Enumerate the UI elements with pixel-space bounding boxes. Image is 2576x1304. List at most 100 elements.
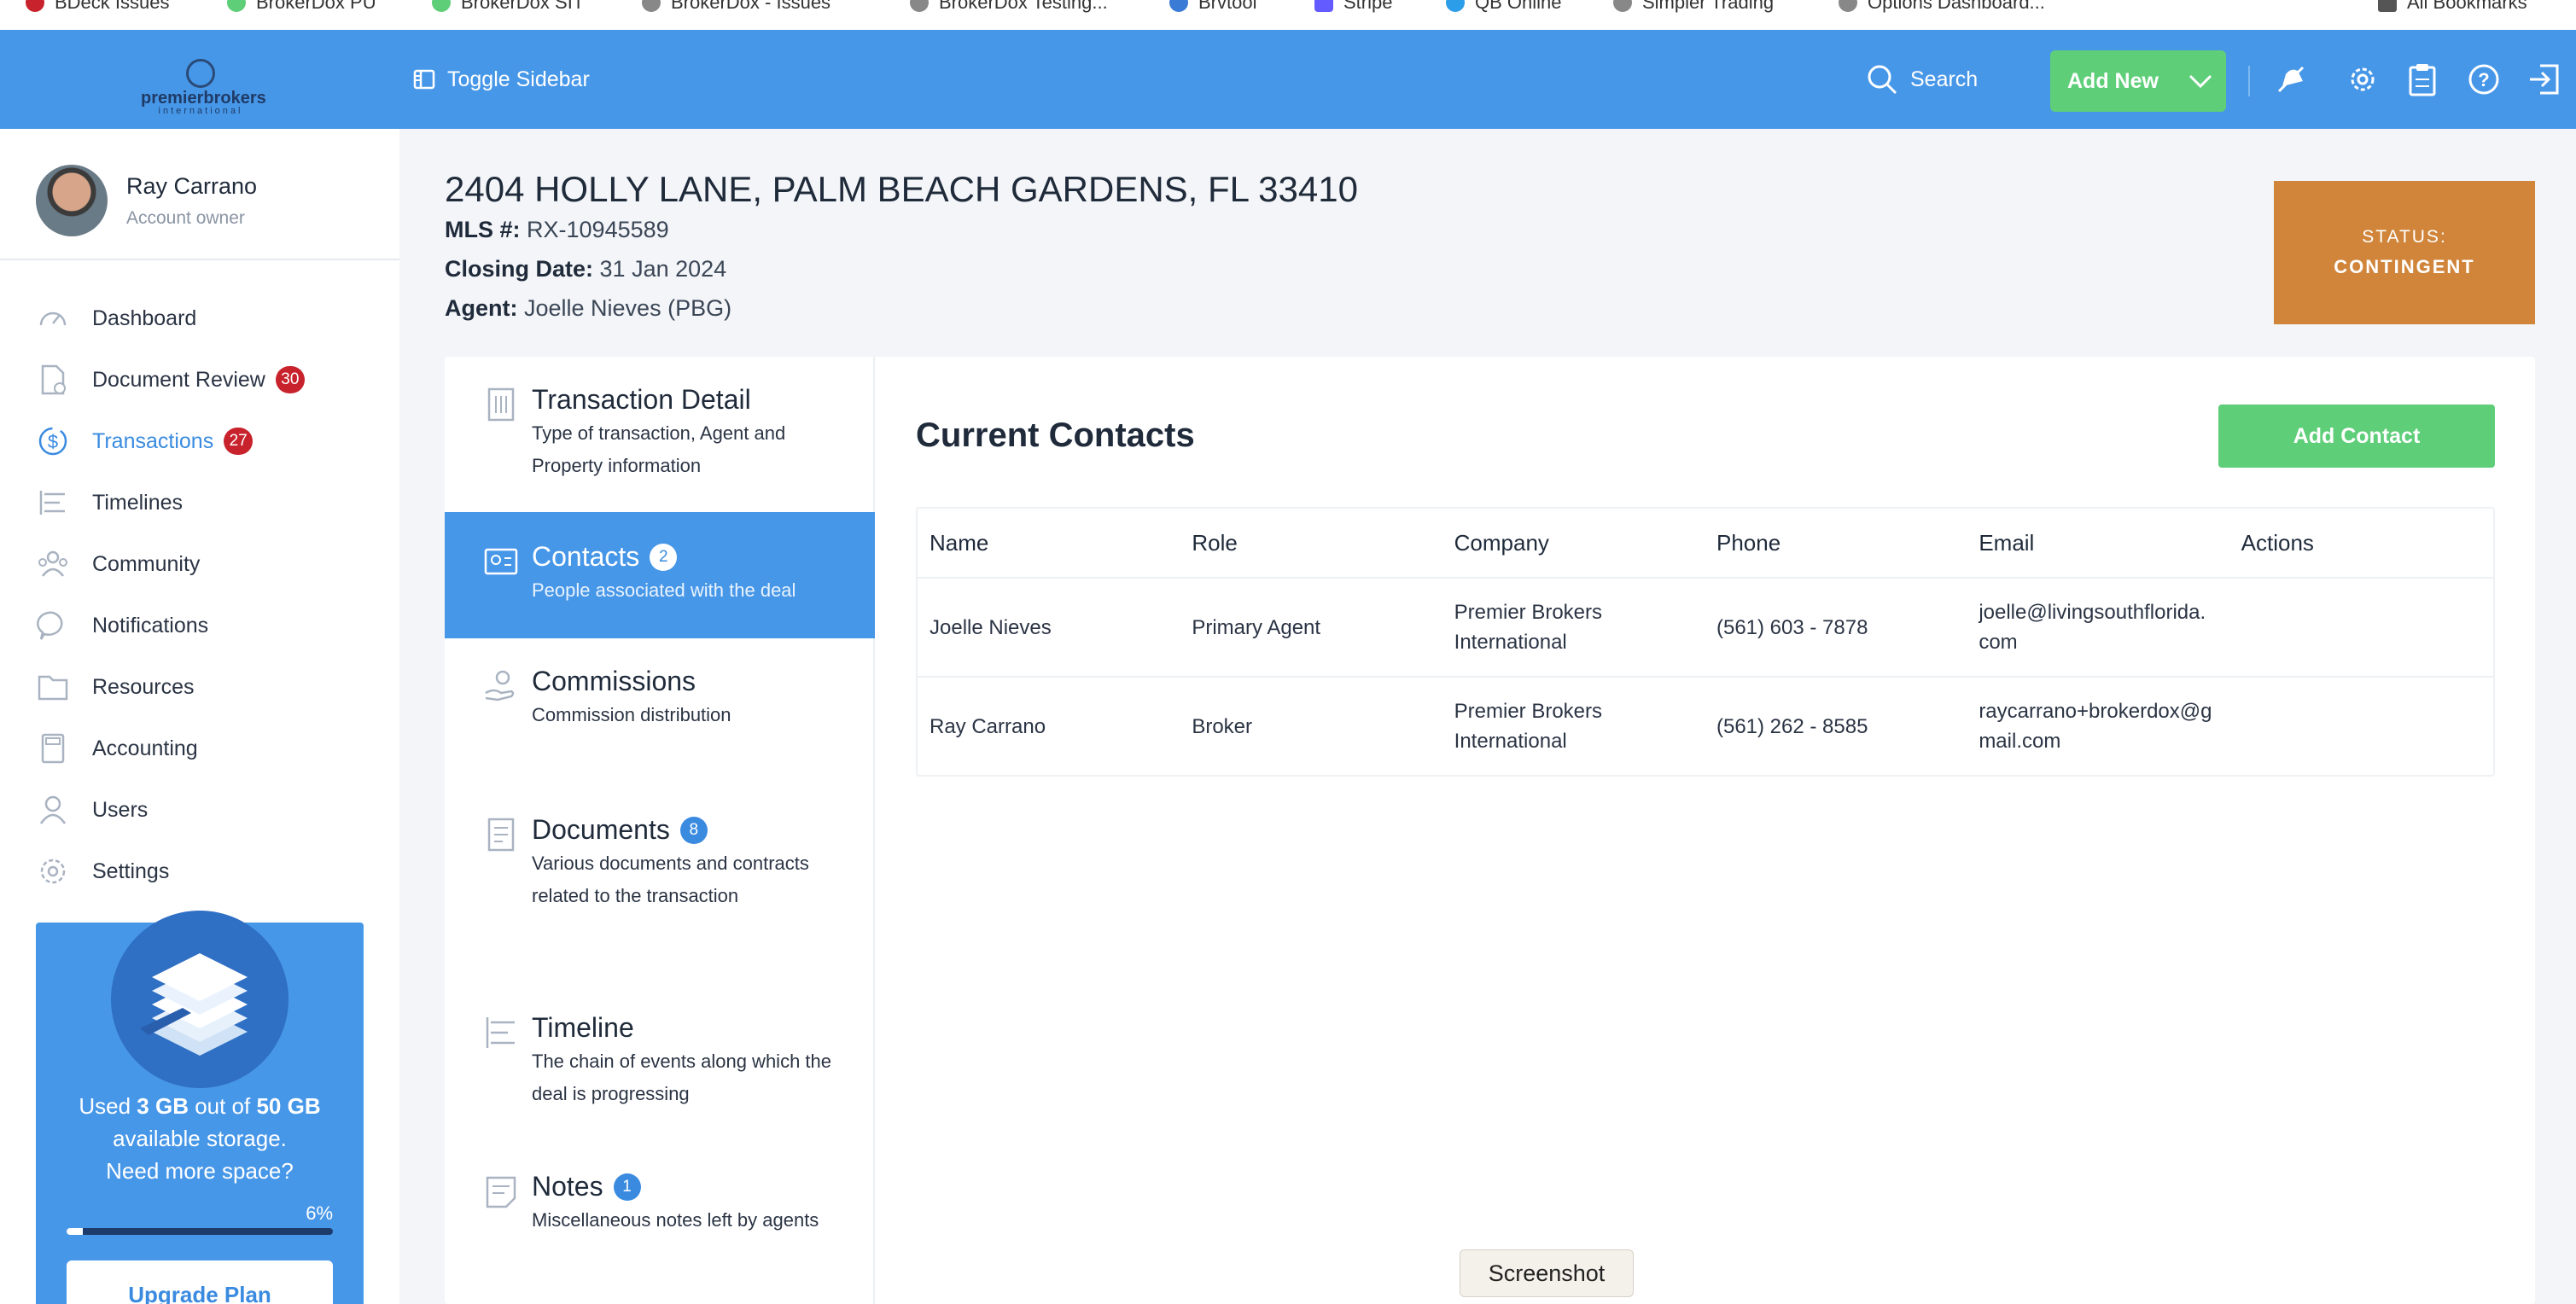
- clipboard-button[interactable]: [2404, 61, 2441, 98]
- transaction-card: Transaction Detail Type of transaction, …: [445, 357, 2535, 1304]
- notes-icon: [486, 1176, 516, 1208]
- step-title: Transaction Detail: [532, 384, 751, 415]
- bookmark-item[interactable]: BrokerDox - Issues: [642, 0, 830, 15]
- bookmark-item[interactable]: QB Online: [1446, 0, 1562, 15]
- step-title: Notes 1: [532, 1171, 875, 1202]
- contacts-table: Name Role Company Phone Email Actions Jo…: [916, 507, 2495, 777]
- sidebar-item-resources[interactable]: Resources: [36, 656, 305, 718]
- gear-icon: [36, 854, 70, 888]
- sidebar-item-community[interactable]: Community: [36, 533, 305, 595]
- settings-button[interactable]: [2344, 61, 2381, 98]
- bookmarks-bar: BDeck Issues BrokerDox PU BrokerDox SIT …: [0, 0, 2576, 30]
- column-header: Role: [1192, 529, 1238, 556]
- folder-icon: [2378, 0, 2397, 12]
- step-desc: The chain of events along which the deal…: [532, 1051, 832, 1104]
- notifications-off-button[interactable]: [2272, 61, 2310, 98]
- user-profile[interactable]: Ray Carrano Account owner: [36, 165, 257, 236]
- logo-text: premierbrokers: [141, 89, 266, 108]
- status-value: CONTINGENT: [2334, 256, 2475, 277]
- step-notes[interactable]: Notes 1 Miscellaneous notes left by agent…: [445, 1145, 875, 1304]
- bookmark-item[interactable]: Stripe: [1314, 0, 1392, 15]
- building-icon: [487, 387, 515, 422]
- step-contacts[interactable]: Contacts 2 People associated with the dea…: [445, 512, 875, 638]
- step-documents[interactable]: Documents 8 Various documents and contrac…: [445, 789, 875, 987]
- column-header: Actions: [2241, 529, 2314, 556]
- contact-actions[interactable]: [2229, 579, 2493, 676]
- help-icon: ?: [2468, 64, 2499, 95]
- transaction-steps: Transaction Detail Type of transaction, …: [445, 357, 875, 1304]
- bookmark-item[interactable]: Simpler Trading: [1613, 0, 1774, 15]
- closing-date-line: Closing Date: 31 Jan 2024: [445, 256, 727, 282]
- globe-icon: [1839, 0, 1857, 12]
- sidebar-item-timelines[interactable]: Timelines: [36, 472, 305, 533]
- column-header: Email: [1979, 529, 2035, 556]
- sidebar-item-transactions[interactable]: $ Transactions 27: [36, 410, 305, 472]
- bookmark-item[interactable]: BrokerDox SIT: [432, 0, 584, 15]
- bookmark-item[interactable]: BrokerDox Testing...: [910, 0, 1108, 15]
- table-row[interactable]: Ray Carrano Broker Premier Brokers Inter…: [918, 678, 2493, 775]
- step-desc: Type of transaction, Agent and Property …: [532, 422, 786, 476]
- storage-text: Used 3 GB out of 50 GB available storage…: [79, 1093, 321, 1184]
- sidebar-item-settings[interactable]: Settings: [36, 841, 305, 902]
- column-header: Phone: [1716, 529, 1781, 556]
- globe-icon: [1169, 0, 1188, 12]
- bookmark-item[interactable]: BDeck Issues: [26, 0, 170, 15]
- timeline-icon: [36, 486, 70, 520]
- contact-name: Ray Carrano: [930, 714, 1046, 738]
- add-new-button[interactable]: Add New: [2050, 50, 2226, 112]
- contact-role: Broker: [1192, 714, 1253, 738]
- table-row[interactable]: Joelle Nieves Primary Agent Premier Brok…: [918, 579, 2493, 678]
- user-icon: [36, 793, 70, 827]
- contact-phone: (561) 262 - 8585: [1716, 714, 1868, 738]
- document-check-icon: [36, 363, 70, 397]
- transactions-badge: 27: [224, 428, 254, 455]
- stripe-icon: [1314, 0, 1333, 12]
- bookmark-item[interactable]: BrokerDox PU: [227, 0, 376, 15]
- shield-icon: [26, 0, 44, 12]
- sidebar-icon: [413, 69, 435, 90]
- globe-icon: [1613, 0, 1632, 12]
- sidebar-item-users[interactable]: Users: [36, 779, 305, 841]
- leaf-icon: [432, 0, 451, 12]
- search-label: Search: [1910, 67, 1979, 91]
- toggle-sidebar-button[interactable]: Toggle Sidebar: [413, 62, 590, 96]
- company-logo[interactable]: premierbrokers international: [141, 59, 266, 116]
- bookmark-item[interactable]: Brvtool: [1169, 0, 1256, 15]
- logo-mark: [186, 59, 215, 88]
- contact-phone: (561) 603 - 7878: [1716, 615, 1868, 639]
- add-contact-button[interactable]: Add Contact: [2218, 405, 2495, 468]
- step-commissions[interactable]: Commissions Commission distribution: [445, 638, 875, 789]
- column-header: Name: [930, 529, 989, 556]
- contact-actions[interactable]: [2229, 678, 2493, 775]
- clipboard-icon: [2409, 64, 2436, 96]
- contact-email: raycarrano+brokerdox@gmail.com: [1979, 700, 2212, 753]
- bookmark-item[interactable]: Options Dashboard...: [1839, 0, 2045, 15]
- step-timeline[interactable]: Timeline The chain of events along which…: [445, 987, 875, 1145]
- step-title: Commissions: [532, 666, 696, 696]
- search-button[interactable]: Search: [1866, 62, 1978, 96]
- storage-total: 50 GB: [256, 1093, 321, 1119]
- sidebar: Ray Carrano Account owner Dashboard Docu…: [0, 129, 399, 1304]
- logout-icon: [2530, 64, 2559, 95]
- sidebar-item-accounting[interactable]: Accounting: [36, 718, 305, 779]
- agent-name: Joelle Nieves (PBG): [524, 295, 732, 321]
- hand-coin-icon: [485, 670, 515, 701]
- contact-card-icon: [484, 548, 518, 575]
- help-button[interactable]: ?: [2465, 61, 2503, 98]
- contact-role: Primary Agent: [1192, 615, 1321, 639]
- logout-button[interactable]: [2525, 61, 2562, 98]
- upgrade-plan-button[interactable]: Upgrade Plan: [67, 1260, 333, 1304]
- bookmark-item[interactable]: All Bookmarks: [2378, 0, 2527, 15]
- contact-name: Joelle Nieves: [930, 615, 1052, 639]
- chevron-down-icon: [2188, 74, 2212, 89]
- contact-email: joelle@livingsouthflorida.com: [1979, 601, 2206, 654]
- storage-progress-bar: [67, 1228, 333, 1235]
- add-new-label: Add New: [2067, 68, 2159, 93]
- dollar-cycle-icon: $: [36, 424, 70, 458]
- step-transaction-detail[interactable]: Transaction Detail Type of transaction, …: [445, 357, 875, 512]
- sidebar-item-document-review[interactable]: Document Review 30: [36, 349, 305, 410]
- sidebar-item-dashboard[interactable]: Dashboard: [36, 288, 305, 349]
- sidebar-item-notifications[interactable]: Notifications: [36, 595, 305, 656]
- screenshot-tooltip: Screenshot: [1460, 1249, 1634, 1297]
- chat-icon: [36, 608, 70, 643]
